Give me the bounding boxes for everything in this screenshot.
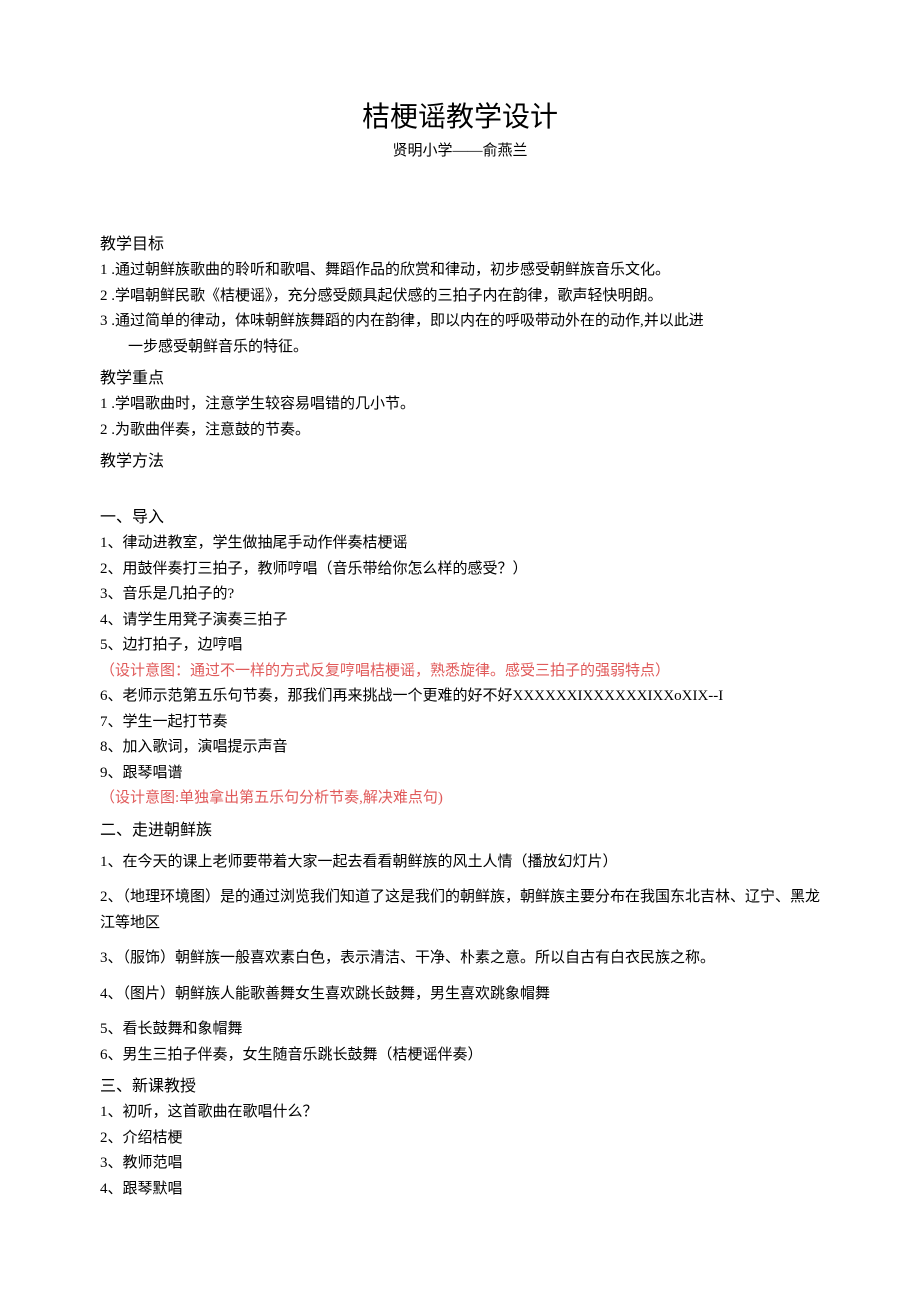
part2-head: 二、走进朝鲜族 <box>100 816 820 840</box>
part1-item: 3、音乐是几拍子的? <box>100 582 820 608</box>
part3-item: 1、初听，这首歌曲在歌唱什么？ <box>100 1100 820 1126</box>
goals-item-cont: 一步感受朝鲜音乐的特征。 <box>100 335 820 361</box>
part1-item: 2、用鼓伴奏打三拍子，教师哼唱（音乐带给你怎么样的感受？） <box>100 557 820 583</box>
design-note: （设计意图：通过不一样的方式反复哼唱桔梗谣，熟悉旋律。感受三拍子的强弱特点） <box>100 659 820 685</box>
part2-para: 4、（图片）朝鲜族人能歌善舞女生喜欢跳长鼓舞，男生喜欢跳象帽舞 <box>100 982 820 1008</box>
part3-item: 2、介绍桔梗 <box>100 1126 820 1152</box>
method-head: 教学方法 <box>100 447 820 471</box>
spacer <box>100 475 820 499</box>
part2-para: 1、在今天的课上老师要带着大家一起去看看朝鲜族的风土人情（播放幻灯片） <box>100 850 820 876</box>
goals-head: 教学目标 <box>100 230 820 254</box>
part3-item: 4、跟琴默唱 <box>100 1177 820 1203</box>
part1-item: 6、老师示范第五乐句节奏，那我们再来挑战一个更难的好不好XXXXXXIXXXXX… <box>100 684 820 710</box>
part3-head: 三、新课教授 <box>100 1072 820 1096</box>
goals-item: 3 .通过简单的律动，体味朝鲜族舞蹈的内在韵律，即以内在的呼吸带动外在的动作,并… <box>100 309 820 335</box>
document-page: 桔梗谣教学设计 贤明小学——俞燕兰 教学目标 1 .通过朝鲜族歌曲的聆听和歌唱、… <box>0 0 920 1262</box>
part1-item: 7、学生一起打节奏 <box>100 710 820 736</box>
part1-item: 1、律动进教室，学生做抽尾手动作伴奏桔梗谣 <box>100 531 820 557</box>
part2-item: 5、看长鼓舞和象帽舞 <box>100 1017 820 1043</box>
part1-head: 一、导入 <box>100 503 820 527</box>
doc-title: 桔梗谣教学设计 <box>100 95 820 135</box>
part2-para: 3、（服饰）朝鲜族一般喜欢素白色，表示清洁、干净、朴素之意。所以自古有白衣民族之… <box>100 946 820 972</box>
goals-item: 1 .通过朝鲜族歌曲的聆听和歌唱、舞蹈作品的欣赏和律动，初步感受朝鲜族音乐文化。 <box>100 258 820 284</box>
part1-item: 5、边打拍子，边哼唱 <box>100 633 820 659</box>
keypoints-item: 1 .学唱歌曲时，注意学生较容易唱错的几小节。 <box>100 392 820 418</box>
part2-para: 2、（地理环境图）是的通过浏览我们知道了这是我们的朝鲜族，朝鲜族主要分布在我国东… <box>100 885 820 936</box>
part1-item: 4、请学生用凳子演奏三拍子 <box>100 608 820 634</box>
keypoints-item: 2 .为歌曲伴奏，注意鼓的节奏。 <box>100 418 820 444</box>
goals-item: 2 .学唱朝鲜民歌《桔梗谣》，充分感受颇具起伏感的三拍子内在韵律，歌声轻快明朗。 <box>100 284 820 310</box>
part3-item: 3、教师范唱 <box>100 1151 820 1177</box>
doc-subtitle: 贤明小学——俞燕兰 <box>100 139 820 160</box>
design-note: （设计意图:单独拿出第五乐句分析节奏,解决难点句) <box>100 786 820 812</box>
part1-item: 9、跟琴唱谱 <box>100 761 820 787</box>
part2-item: 6、男生三拍子伴奏，女生随音乐跳长鼓舞（桔梗谣伴奏） <box>100 1043 820 1069</box>
part1-item: 8、加入歌词，演唱提示声音 <box>100 735 820 761</box>
keypoints-head: 教学重点 <box>100 364 820 388</box>
